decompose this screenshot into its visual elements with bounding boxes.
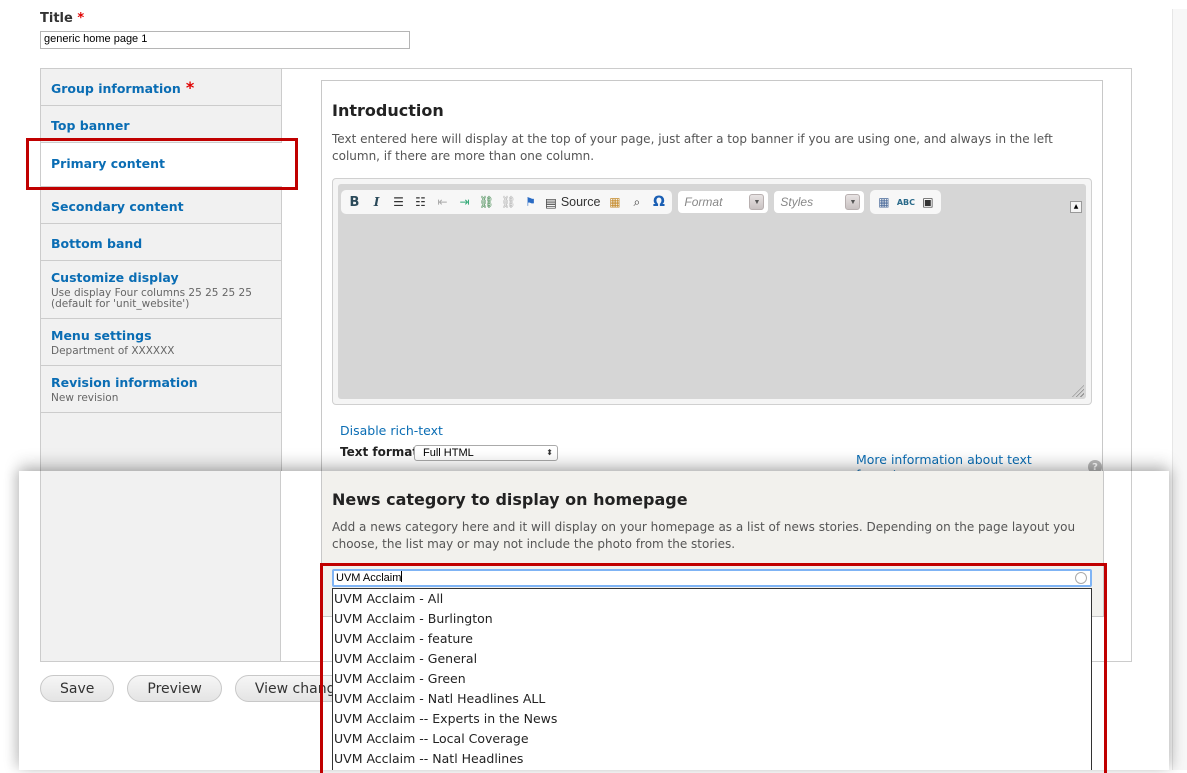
highlight-overlay: News category to display on homepage Add… [19, 471, 1169, 770]
toolbar-group-basic: B I ☰ ☷ ⇤ ⇥ ⛓ ⛓ ⚑ ▤ Source ▦ ⌕ Ω [341, 190, 673, 214]
tab-top-banner[interactable]: Top banner [41, 106, 281, 143]
collapse-toolbar-icon[interactable]: ▲ [1070, 201, 1082, 213]
tab-customize-display[interactable]: Customize display Use display Four colum… [41, 261, 281, 319]
page-scrollbar[interactable] [1172, 9, 1187, 770]
bulleted-list-icon[interactable]: ☰ [389, 192, 408, 212]
tab-summary: New revision [51, 392, 119, 404]
spellcheck-icon[interactable]: ABC [896, 192, 915, 212]
autocomplete-throbber-icon [1075, 572, 1087, 584]
news-category-autocomplete-input[interactable]: UVM Acclaim [332, 569, 1092, 587]
bold-icon[interactable]: B [345, 192, 364, 212]
text-cursor [401, 571, 403, 582]
suggestion-item[interactable]: UVM Acclaim - All [333, 589, 1091, 609]
autocomplete-suggestions: UVM Acclaim - All UVM Acclaim - Burlingt… [332, 588, 1092, 770]
text-format-label: Text format [340, 445, 419, 459]
news-category-description: Add a news category here and it will dis… [332, 520, 1076, 551]
suggestion-item[interactable]: UVM Acclaim - Burlington [333, 609, 1091, 629]
preview-button[interactable]: Preview [127, 675, 222, 702]
disable-rich-text-link[interactable]: Disable rich-text [340, 423, 443, 438]
suggestion-item[interactable]: UVM Acclaim - feature [333, 629, 1091, 649]
indent-icon[interactable]: ⇥ [455, 192, 474, 212]
editor-body[interactable]: B I ☰ ☷ ⇤ ⇥ ⛓ ⛓ ⚑ ▤ Source ▦ ⌕ Ω Format … [338, 184, 1086, 399]
italic-icon[interactable]: I [367, 192, 386, 212]
tab-menu-settings[interactable]: Menu settings Department of XXXXXX [41, 319, 281, 366]
text-format-select[interactable]: Full HTML ⬍ [414, 445, 558, 461]
format-dropdown[interactable]: Format ▼ [678, 191, 769, 213]
source-button[interactable]: ▤ Source [543, 192, 602, 212]
save-button[interactable]: Save [40, 675, 115, 702]
chevron-down-icon: ▼ [845, 194, 861, 210]
suggestion-item[interactable]: UVM Acclaim -- Experts in the News [333, 709, 1091, 729]
required-mark: * [185, 78, 195, 97]
toolbar-group-insert: ▦ ABC ▣ [870, 190, 942, 214]
title-input[interactable]: generic home page 1 [40, 31, 410, 49]
tab-summary: Department of XXXXXX [51, 345, 175, 357]
tab-group-information[interactable]: Group information * [41, 69, 281, 106]
introduction-title: Introduction [332, 101, 444, 120]
table-icon[interactable]: ▦ [874, 192, 893, 212]
numbered-list-icon[interactable]: ☷ [411, 192, 430, 212]
unlink-icon[interactable]: ⛓ [499, 192, 518, 212]
link-icon[interactable]: ⛓ [477, 192, 496, 212]
source-icon: ▤ [545, 195, 557, 210]
suggestion-item[interactable]: UVM Acclaim - Green [333, 669, 1091, 689]
rich-text-editor: B I ☰ ☷ ⇤ ⇥ ⛓ ⛓ ⚑ ▤ Source ▦ ⌕ Ω Format … [332, 178, 1092, 405]
chevron-down-icon: ▼ [749, 194, 765, 210]
tab-primary-content[interactable]: Primary content [41, 143, 282, 187]
suggestion-item[interactable]: UVM Acclaim -- Natl Headlines [333, 749, 1091, 769]
suggestion-item[interactable]: UVM Acclaim - General [333, 649, 1091, 669]
find-icon[interactable]: ⌕ [627, 192, 646, 212]
required-mark: * [77, 11, 85, 26]
select-arrows-icon: ⬍ [546, 448, 553, 457]
suggestion-item[interactable]: UVM Acclaim -- Local Coverage [333, 729, 1091, 749]
paste-from-word-icon[interactable]: ▦ [605, 192, 624, 212]
editor-toolbar: B I ☰ ☷ ⇤ ⇥ ⛓ ⛓ ⚑ ▤ Source ▦ ⌕ Ω Format … [341, 187, 942, 217]
introduction-description: Text entered here will display at the to… [332, 132, 1053, 163]
resize-handle[interactable] [1072, 385, 1084, 397]
tab-summary: (default for 'unit_website') [51, 298, 190, 310]
form-actions: Save Preview View changes [40, 675, 372, 702]
anchor-flag-icon[interactable]: ⚑ [521, 192, 540, 212]
outdent-icon[interactable]: ⇤ [433, 192, 452, 212]
suggestion-item[interactable]: UVM Acclaim - Natl Headlines ALL [333, 689, 1091, 709]
styles-dropdown[interactable]: Styles ▼ [774, 191, 865, 213]
tab-revision-information[interactable]: Revision information New revision [41, 366, 281, 413]
vertical-tab-list-continuation [40, 471, 281, 662]
tab-bottom-band[interactable]: Bottom band [41, 224, 281, 261]
special-character-icon[interactable]: Ω [649, 192, 668, 212]
image-icon[interactable]: ▣ [918, 192, 937, 212]
tab-secondary-content[interactable]: Secondary content [41, 187, 281, 224]
title-label: Title * [40, 11, 85, 26]
news-category-title: News category to display on homepage [332, 490, 688, 509]
